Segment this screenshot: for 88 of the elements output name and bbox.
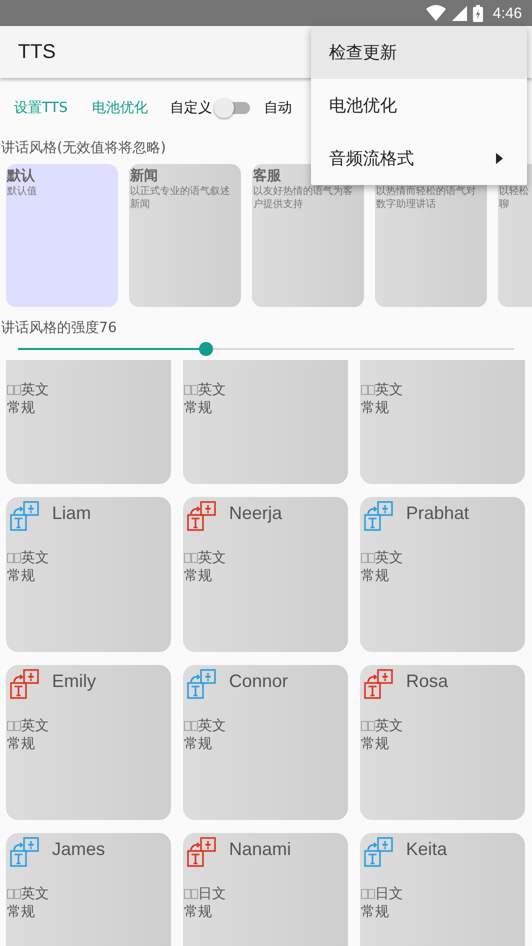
missing-glyph-icon: [184, 889, 198, 899]
menu-item-label: 电池优化: [329, 95, 397, 117]
style-description: 户提供支持: [253, 198, 304, 211]
missing-glyph-icon: [361, 385, 375, 395]
missing-glyph-icon: [7, 553, 21, 563]
voice-card[interactable]: 英文 常规: [6, 360, 171, 484]
missing-glyph-icon: [7, 385, 21, 395]
voice-name: Keita: [406, 838, 448, 861]
missing-glyph-icon: [361, 889, 375, 899]
voice-style: 常规: [361, 903, 390, 921]
wifi-icon: [426, 5, 446, 21]
voice-language: 英文: [198, 381, 226, 399]
voice-language: 英文: [375, 717, 403, 735]
voice-card[interactable]: Liam 英文 常规: [6, 497, 171, 652]
voice-card[interactable]: Nanami 日文 常规: [183, 833, 348, 946]
voice-name: Neerja: [229, 502, 282, 525]
missing-glyph-icon: [184, 721, 198, 731]
style-description: 以正式专业的语气叙述: [130, 185, 231, 198]
voice-style: 常规: [361, 735, 390, 753]
voice-language: 英文: [375, 549, 403, 567]
missing-glyph-icon: [184, 553, 198, 563]
voice-language: 英文: [21, 381, 49, 399]
voice-card[interactable]: 英文 常规: [360, 360, 525, 484]
voice-card[interactable]: James 英文 常规: [6, 833, 171, 946]
voice-name: Liam: [52, 502, 92, 525]
app-title: TTS: [18, 40, 56, 64]
voice-language: 英文: [198, 717, 226, 735]
style-description: 默认值: [7, 185, 38, 198]
voice-style: 常规: [184, 903, 213, 921]
voice-style: 常规: [7, 903, 36, 921]
voice-language: 日文: [375, 885, 403, 903]
action-link[interactable]: 设置TTS: [12, 93, 82, 123]
action-link[interactable]: 电池优化: [90, 93, 162, 123]
style-description: 新闻: [130, 198, 151, 211]
style-description: 聊: [499, 198, 510, 211]
missing-glyph-icon: [7, 889, 21, 899]
voice-name: Prabhat: [406, 502, 470, 525]
voice-name: James: [52, 838, 106, 861]
voice-style: 常规: [361, 567, 390, 585]
style-description: 以轻松: [499, 185, 530, 198]
style-description: 以热情而轻松的语气对: [376, 185, 477, 198]
voice-language: 英文: [21, 717, 49, 735]
section-label: 讲话风格(无效值将将忽略): [0, 139, 166, 158]
voice-card[interactable]: Rosa 英文 常规: [360, 665, 525, 820]
missing-glyph-icon: [361, 721, 375, 731]
voice-card[interactable]: Prabhat 英文 常规: [360, 497, 525, 652]
voice-card[interactable]: Neerja 英文 常规: [183, 497, 348, 652]
voice-card[interactable]: 英文 常规: [183, 360, 348, 484]
voice-style: 常规: [184, 399, 213, 417]
voice-language: 日文: [198, 885, 226, 903]
style-description: 以友好热情的语气为客: [253, 185, 354, 198]
voice-name: Nanami: [229, 838, 292, 861]
missing-glyph-icon: [184, 385, 198, 395]
voice-name: Rosa: [406, 670, 448, 693]
voice-style: 常规: [184, 567, 213, 585]
voice-style: 常规: [7, 567, 36, 585]
battery-icon: [472, 4, 483, 22]
clock: 4:46: [492, 4, 522, 22]
style-title: 默认: [7, 167, 36, 185]
voice-name: Connor: [229, 670, 288, 693]
toggle-switch[interactable]: [214, 97, 250, 119]
menu-item[interactable]: 电池优化: [311, 79, 527, 132]
missing-glyph-icon: [361, 553, 375, 563]
style-title: 新闻: [130, 167, 159, 185]
voice-language: 英文: [21, 885, 49, 903]
voice-card[interactable]: Connor 英文 常规: [183, 665, 348, 820]
switch-label: 自定义: [170, 99, 212, 117]
menu-item[interactable]: 检查更新: [311, 26, 527, 79]
style-title: 客服: [253, 167, 282, 185]
missing-glyph-icon: [7, 721, 21, 731]
voice-style: 常规: [7, 735, 36, 753]
voice-language: 英文: [21, 549, 49, 567]
option-label: 自动: [264, 99, 292, 117]
menu-item-label: 检查更新: [329, 42, 397, 64]
submenu-arrow-icon: [496, 153, 503, 164]
voice-card[interactable]: Keita 日文 常规: [360, 833, 525, 946]
style-card[interactable]: 新闻 以正式专业的语气叙述 新闻: [129, 164, 241, 307]
voice-card[interactable]: Emily 英文 常规: [6, 665, 171, 820]
voice-language: 英文: [198, 549, 226, 567]
style-card[interactable]: 默认 默认值: [6, 164, 118, 307]
signal-icon: [452, 6, 467, 20]
voice-style: 常规: [361, 399, 390, 417]
voice-style: 常规: [7, 399, 36, 417]
intensity-label: 讲话风格的强度76: [0, 319, 117, 338]
voice-language: 英文: [375, 381, 403, 399]
style-description: 数字助理讲话: [376, 198, 437, 211]
voice-name: Emily: [52, 670, 96, 693]
voice-style: 常规: [184, 735, 213, 753]
